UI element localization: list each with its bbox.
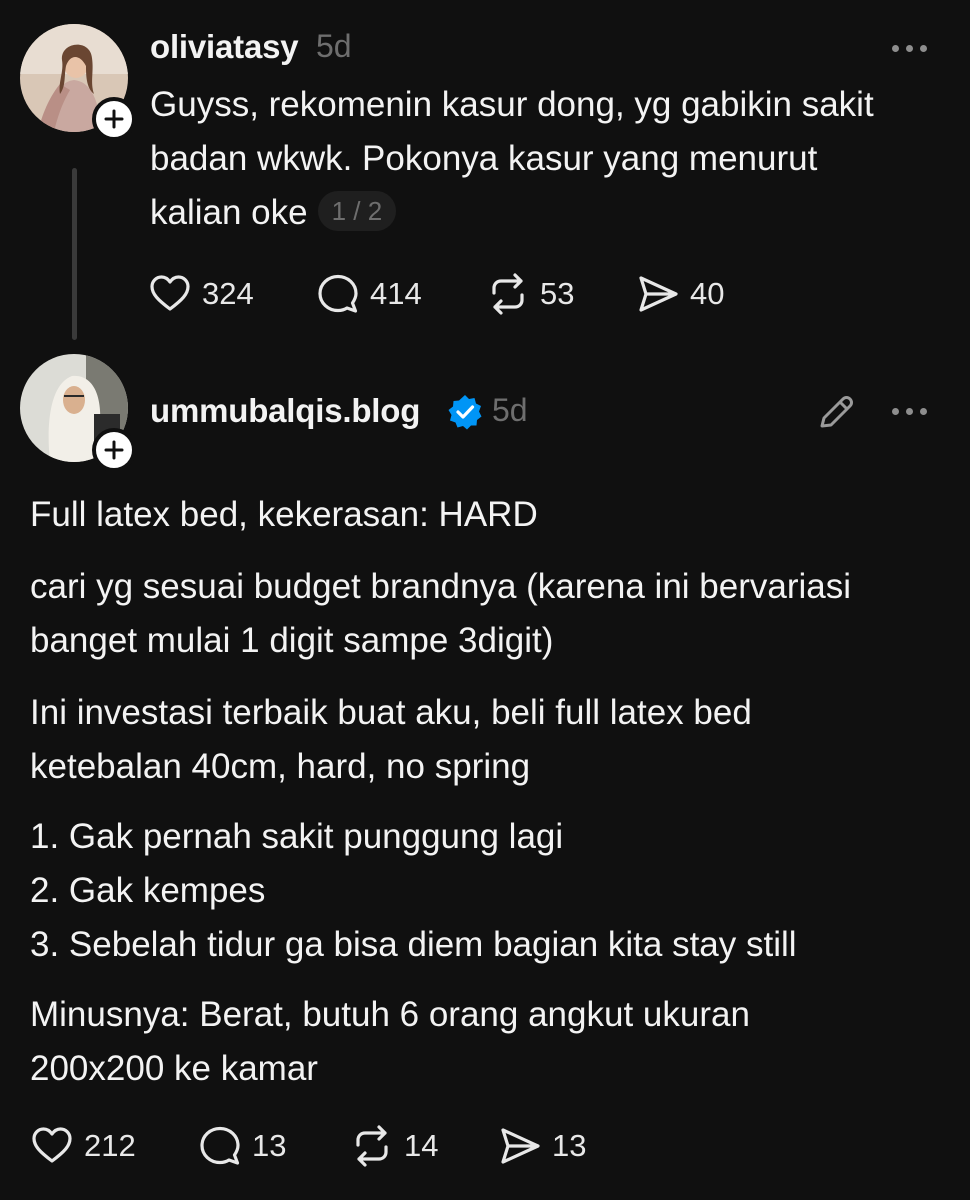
plus-icon	[104, 109, 124, 129]
repost-count: 53	[540, 276, 575, 311]
verified-badge-icon	[448, 395, 482, 430]
post-text: Guyss, rekomenin kasur dong, yg gabikin …	[150, 85, 874, 232]
thread-connector-line	[72, 168, 77, 340]
post-body: Guyss, rekomenin kasur dong, yg gabikin …	[150, 78, 950, 240]
share-button[interactable]: 40	[636, 272, 724, 316]
comment-icon	[200, 1126, 240, 1165]
like-button[interactable]: 212	[30, 1124, 136, 1168]
post-timestamp: 5d	[492, 392, 528, 428]
post-paragraph: 1. Gak pernah sakit punggung lagi 2. Gak…	[30, 817, 797, 964]
reply-button[interactable]: 414	[316, 272, 422, 316]
reply-count: 13	[252, 1128, 287, 1163]
follow-button-ummubalqis[interactable]	[92, 428, 136, 472]
comment-icon	[318, 274, 358, 313]
like-count: 324	[202, 276, 254, 311]
post-paragraph: Full latex bed, kekerasan: HARD	[30, 495, 538, 534]
heart-icon	[150, 275, 190, 311]
repost-button[interactable]: 53	[486, 272, 574, 316]
image-page-indicator: 1 / 2	[317, 190, 397, 231]
more-options-icon[interactable]	[892, 42, 932, 54]
send-icon	[501, 1128, 540, 1164]
repost-button[interactable]: 14	[350, 1124, 438, 1168]
send-icon	[639, 276, 678, 312]
post-paragraph: cari yg sesuai budget brandnya (karena i…	[30, 567, 852, 660]
like-button[interactable]: 324	[148, 272, 254, 316]
like-count: 212	[84, 1128, 136, 1163]
heart-icon	[32, 1127, 72, 1163]
post-paragraph: Ini investasi terbaik buat aku, beli ful…	[30, 693, 752, 786]
repost-count: 14	[404, 1128, 439, 1163]
reply-count: 414	[370, 276, 422, 311]
post-paragraph: Minusnya: Berat, butuh 6 orang angkut uk…	[30, 995, 750, 1088]
repost-icon	[492, 273, 524, 315]
share-count: 13	[552, 1128, 587, 1163]
follow-button-oliviatasy[interactable]	[92, 97, 136, 141]
more-options-icon[interactable]	[892, 405, 932, 417]
threads-feed: oliviatasy 5d Guyss, rekomenin kasur don…	[0, 0, 970, 1200]
username[interactable]: oliviatasy	[150, 28, 299, 66]
reply-button[interactable]: 13	[198, 1124, 286, 1168]
share-count: 40	[690, 276, 725, 311]
post-timestamp: 5d	[316, 28, 352, 64]
pencil-icon[interactable]	[816, 392, 856, 432]
plus-icon	[104, 440, 124, 460]
share-button[interactable]: 13	[498, 1124, 586, 1168]
username[interactable]: ummubalqis.blog	[150, 392, 420, 430]
repost-icon	[356, 1125, 388, 1167]
